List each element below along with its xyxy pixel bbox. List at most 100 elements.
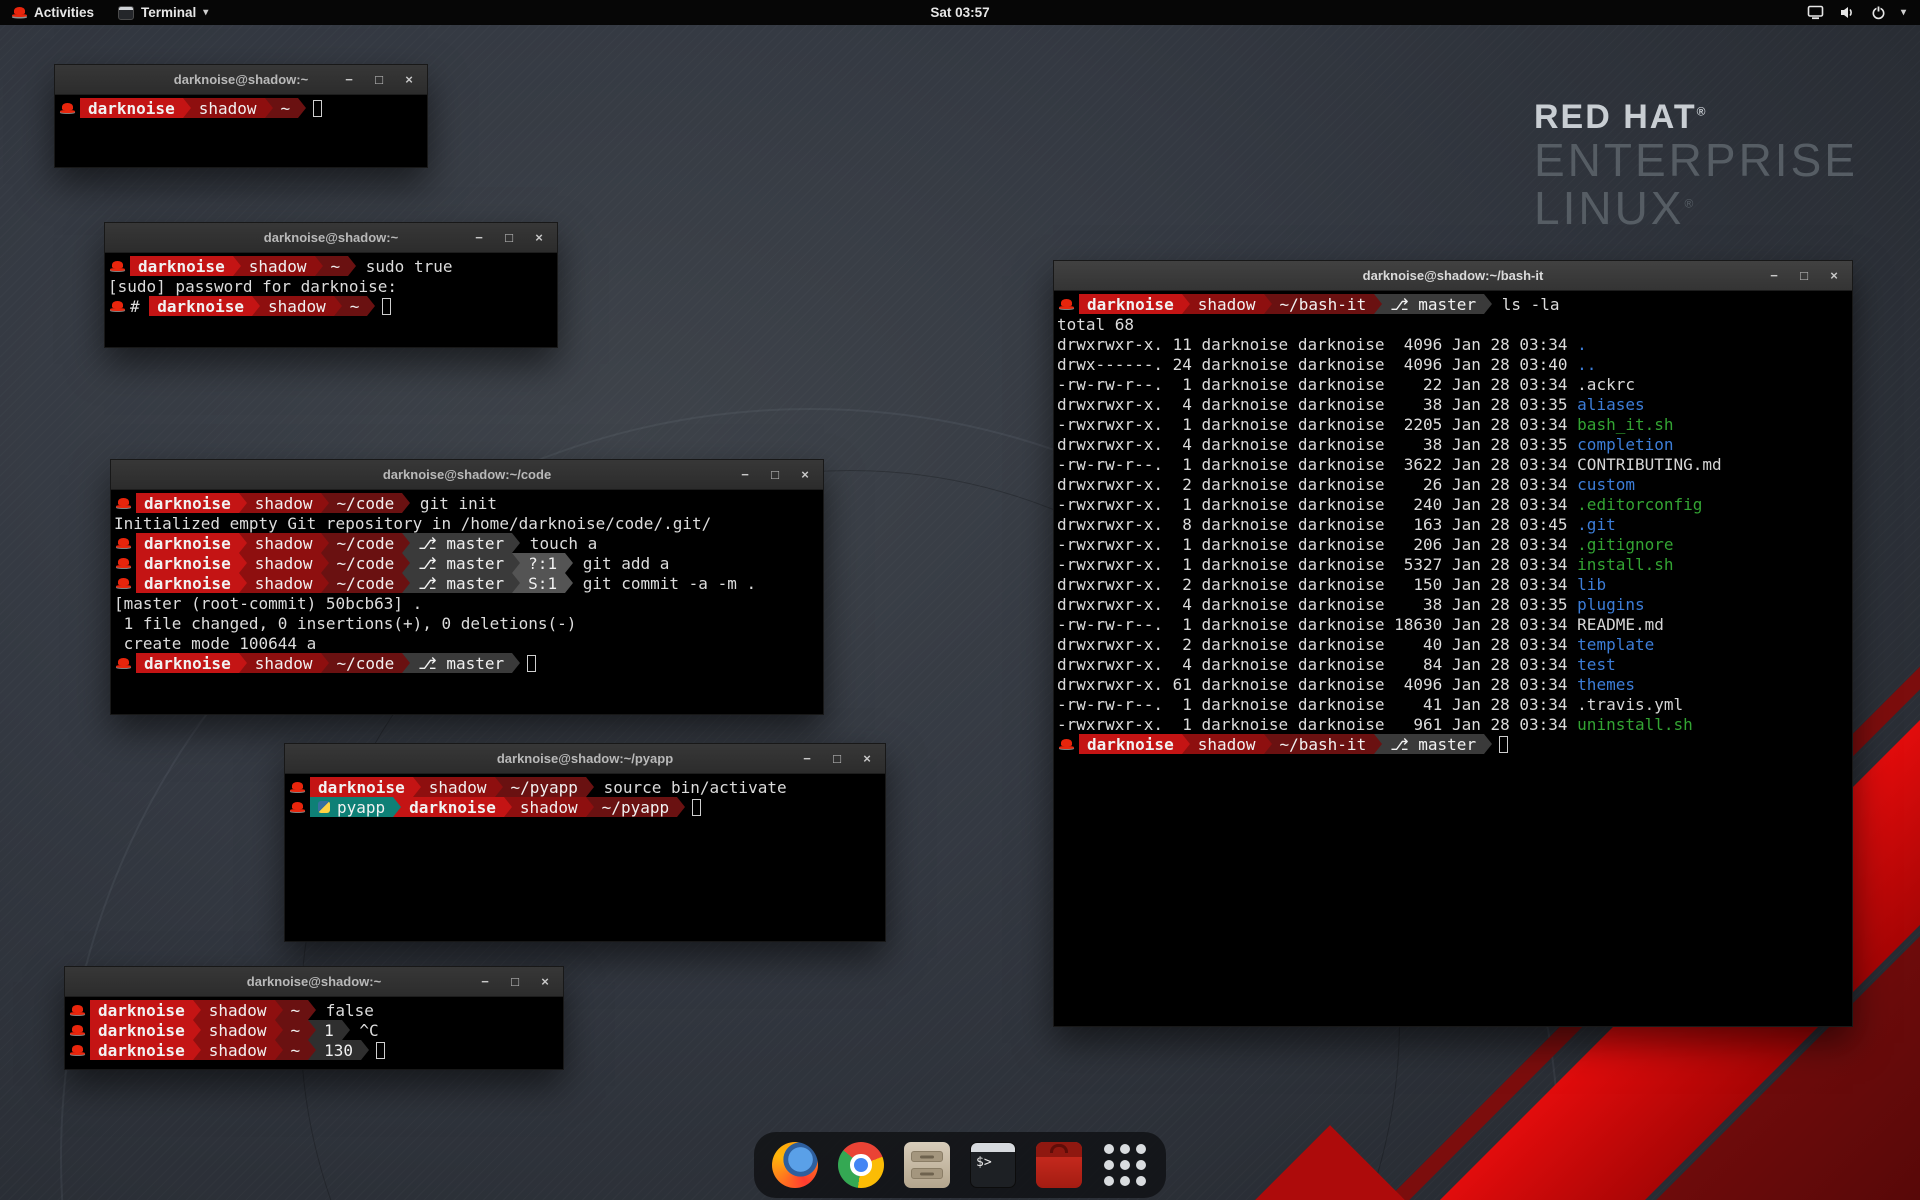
- segment-label: darknoise: [98, 1001, 185, 1020]
- dock-app-grid-icon[interactable]: [1102, 1142, 1148, 1188]
- window-maximize-button[interactable]: □: [767, 460, 783, 490]
- powerline-arrow: [239, 653, 247, 673]
- window-minimize-button[interactable]: −: [799, 744, 815, 774]
- powerline-arrow: [1182, 294, 1190, 314]
- window-maximize-button[interactable]: □: [507, 967, 523, 997]
- terminal-line: drwxrwxr-x. 4 darknoise darknoise 38 Jan…: [1057, 434, 1849, 454]
- powerline-arrow: [495, 777, 503, 797]
- ls-entry-name: themes: [1577, 675, 1635, 694]
- window-titlebar[interactable]: darknoise@shadow:~−□×: [65, 967, 563, 997]
- terminal-command-text: ^C: [350, 1021, 379, 1040]
- window-title: darknoise@shadow:~: [264, 230, 398, 245]
- powerline-arrow: [315, 256, 323, 276]
- terminal-window-term1[interactable]: darknoise@shadow:~ −□ ×darknoiseshadow~: [54, 64, 428, 168]
- prompt-segment-g: ⎇ master: [1382, 734, 1484, 754]
- redhat-prompt-icon: [70, 1045, 85, 1056]
- terminal-body[interactable]: darknoiseshadow~ falsedarknoiseshadow~1 …: [65, 997, 563, 1063]
- prompt-segment-u: darknoise: [1079, 734, 1182, 754]
- clock[interactable]: Sat 03:57: [930, 5, 989, 20]
- window-title: darknoise@shadow:~: [174, 72, 308, 87]
- terminal-line: # darknoiseshadow~: [108, 296, 554, 316]
- prompt-segment-p: ~: [342, 296, 368, 316]
- segment-label: darknoise: [144, 494, 231, 513]
- prompt-segment-h: shadow: [247, 573, 321, 593]
- ls-entry-name: README.md: [1577, 615, 1664, 634]
- window-close-button[interactable]: ×: [537, 967, 553, 997]
- window-close-button[interactable]: ×: [401, 65, 417, 95]
- ls-entry-meta: -rw-rw-r--. 1 darknoise darknoise 3622 J…: [1057, 455, 1577, 474]
- powerline-arrow: [1374, 294, 1382, 314]
- powerline-arrow: [402, 553, 410, 573]
- segment-label: shadow: [209, 1001, 267, 1020]
- ls-entry-name: .ackrc: [1577, 375, 1635, 394]
- powerline-arrow: [342, 1020, 350, 1040]
- window-minimize-button[interactable]: −: [1766, 261, 1782, 291]
- toolbox-icon-handle: [1050, 1144, 1068, 1153]
- segment-label: shadow: [520, 798, 578, 817]
- activities-button[interactable]: Activities: [0, 0, 106, 25]
- segment-label: darknoise: [144, 534, 231, 553]
- dock-toolbox-icon[interactable]: [1036, 1142, 1082, 1188]
- app-grid-dot: [1104, 1160, 1114, 1170]
- window-minimize-button[interactable]: −: [341, 65, 357, 95]
- window-close-button[interactable]: ×: [797, 460, 813, 490]
- powerline-arrow: [677, 797, 685, 817]
- segment-label: ~/bash-it: [1280, 735, 1367, 754]
- prompt-segment-p: ~/bash-it: [1272, 294, 1375, 314]
- terminal-command-text: git add a: [573, 554, 669, 573]
- terminal-window-term3[interactable]: darknoise@shadow:~/code−□×darknoiseshado…: [110, 459, 824, 715]
- window-maximize-button[interactable]: □: [1796, 261, 1812, 291]
- window-close-button[interactable]: ×: [531, 223, 547, 253]
- window-titlebar[interactable]: darknoise@shadow:~ −□ ×: [55, 65, 427, 95]
- window-close-button[interactable]: ×: [859, 744, 875, 774]
- window-maximize-button[interactable]: □: [501, 223, 517, 253]
- terminal-window-term6[interactable]: darknoise@shadow:~/bash-it−□×darknoisesh…: [1053, 260, 1853, 1027]
- window-minimize-button[interactable]: −: [471, 223, 487, 253]
- display-icon: [1807, 5, 1824, 20]
- ls-entry-meta: -rwxrwxr-x. 1 darknoise darknoise 5327 J…: [1057, 555, 1577, 574]
- terminal-line: drwxrwxr-x. 4 darknoise darknoise 84 Jan…: [1057, 654, 1849, 674]
- terminal-window-term4[interactable]: darknoise@shadow:~/pyapp−□×darknoiseshad…: [284, 743, 886, 942]
- terminal-body[interactable]: darknoiseshadow~/bash-it⎇ master ls -lat…: [1054, 291, 1852, 757]
- terminal-body[interactable]: darknoiseshadow~/code git initInitialize…: [111, 490, 823, 676]
- powerline-arrow: [183, 98, 191, 118]
- segment-label: shadow: [249, 257, 307, 276]
- segment-label: ~/code: [337, 654, 395, 673]
- system-status-area[interactable]: ▾: [1807, 0, 1920, 25]
- terminal-line: darknoiseshadow~ false: [68, 1000, 560, 1020]
- window-titlebar[interactable]: darknoise@shadow:~/code−□×: [111, 460, 823, 490]
- window-titlebar[interactable]: darknoise@shadow:~/bash-it−□×: [1054, 261, 1852, 291]
- segment-label: shadow: [209, 1021, 267, 1040]
- terminal-line: darknoiseshadow~/code⎇ master: [114, 653, 820, 673]
- window-maximize-button[interactable]: □: [371, 65, 387, 95]
- window-minimize-button[interactable]: −: [477, 967, 493, 997]
- ls-entry-meta: -rwxrwxr-x. 1 darknoise darknoise 206 Ja…: [1057, 535, 1577, 554]
- dock-files-icon[interactable]: [904, 1142, 950, 1188]
- terminal-line: 1 file changed, 0 insertions(+), 0 delet…: [114, 613, 820, 633]
- terminal-body[interactable]: darknoiseshadow~ sudo true[sudo] passwor…: [105, 253, 557, 319]
- prompt-segment-u: darknoise: [80, 98, 183, 118]
- terminal-line: -rwxrwxr-x. 1 darknoise darknoise 5327 J…: [1057, 554, 1849, 574]
- terminal-body[interactable]: darknoiseshadow~/pyapp source bin/activa…: [285, 774, 885, 820]
- app-grid-dot: [1104, 1176, 1114, 1186]
- dock-terminal-icon[interactable]: $>: [970, 1142, 1016, 1188]
- segment-label: darknoise: [98, 1021, 185, 1040]
- window-close-button[interactable]: ×: [1826, 261, 1842, 291]
- window-maximize-button[interactable]: □: [829, 744, 845, 774]
- powerline-arrow: [321, 493, 329, 513]
- ls-entry-meta: -rw-rw-r--. 1 darknoise darknoise 22 Jan…: [1057, 375, 1577, 394]
- segment-label: ~: [331, 257, 341, 276]
- terminal-body[interactable]: darknoiseshadow~: [55, 95, 427, 121]
- terminal-line: Initialized empty Git repository in /hom…: [114, 513, 820, 533]
- dock-firefox-icon[interactable]: [772, 1142, 818, 1188]
- dock-chrome-icon[interactable]: [838, 1142, 884, 1188]
- segment-label: ~/code: [337, 534, 395, 553]
- window-minimize-button[interactable]: −: [737, 460, 753, 490]
- terminal-window-term2[interactable]: darknoise@shadow:~−□×darknoiseshadow~ su…: [104, 222, 558, 348]
- app-menu-terminal[interactable]: Terminal ▾: [106, 0, 220, 25]
- terminal-window-term5[interactable]: darknoise@shadow:~−□×darknoiseshadow~ fa…: [64, 966, 564, 1070]
- ls-entry-name: uninstall.sh: [1577, 715, 1693, 734]
- window-titlebar[interactable]: darknoise@shadow:~/pyapp−□×: [285, 744, 885, 774]
- window-titlebar[interactable]: darknoise@shadow:~ −□ ×: [105, 223, 557, 253]
- prompt-segment-p: ~: [283, 1020, 309, 1040]
